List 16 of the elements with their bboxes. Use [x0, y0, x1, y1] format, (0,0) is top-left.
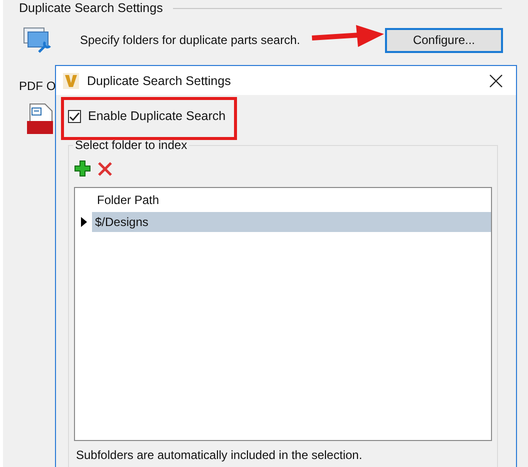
configure-button[interactable]: Configure... — [385, 28, 503, 52]
delete-icon[interactable] — [97, 160, 113, 176]
close-icon[interactable] — [489, 74, 503, 88]
description-text: Specify folders for duplicate parts search. — [80, 33, 300, 47]
monitor-wrench-icon — [23, 25, 53, 55]
enable-checkbox[interactable]: Enable Duplicate Search — [68, 109, 498, 123]
row-pointer-icon — [80, 217, 86, 227]
table-cell[interactable]: $/Designs — [92, 212, 491, 232]
dialog-title: Duplicate Search Settings — [87, 74, 232, 88]
app-logo-icon — [63, 72, 79, 88]
checkmark-icon — [69, 110, 80, 122]
add-icon[interactable] — [74, 160, 91, 177]
column-header: Folder Path — [96, 192, 160, 209]
section-title: Duplicate Search Settings — [19, 1, 163, 15]
section-title: PDF O — [19, 79, 56, 93]
note-text: Subfolders are automatically included in the selection. — [76, 448, 364, 462]
